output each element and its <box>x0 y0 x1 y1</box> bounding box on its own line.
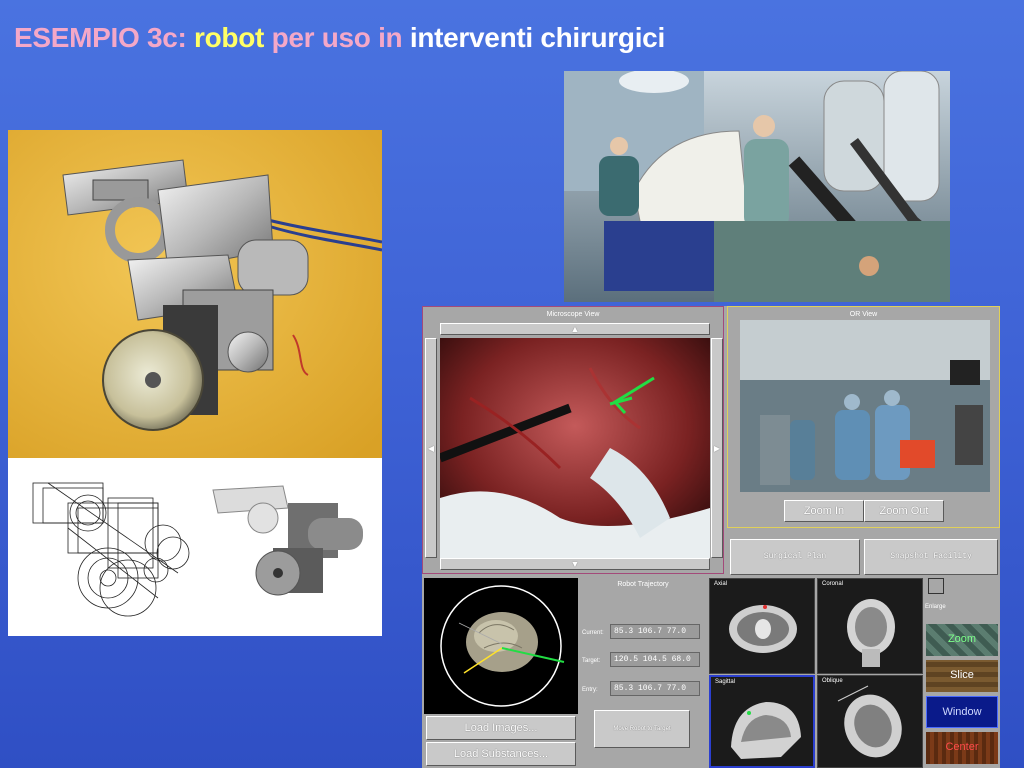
load-images-button[interactable]: Load Images... <box>426 716 576 740</box>
load-substances-button[interactable]: Load Substances... <box>426 742 576 766</box>
move-robot-button[interactable]: Move Robot to Target <box>594 710 690 748</box>
zoom-tool-button[interactable]: Zoom <box>926 624 998 656</box>
or-view-label: OR View <box>849 311 878 318</box>
oblique-view[interactable]: Oblique <box>817 675 923 768</box>
title-robot: robot <box>194 22 265 53</box>
axial-label: Axial <box>714 581 728 587</box>
snapshot-facility-tab[interactable]: Snapshot Facility <box>864 539 998 575</box>
entry-label: Entry: <box>582 687 598 693</box>
current-field[interactable]: 85.3 106.7 77.0 <box>610 624 700 639</box>
entry-field[interactable]: 85.3 106.7 77.0 <box>610 681 700 696</box>
enlarge-checkbox[interactable] <box>928 578 944 594</box>
microscope-view-label: Microscope View <box>546 311 600 318</box>
brain-3d-view <box>424 578 578 714</box>
target-label: Target: <box>582 658 601 664</box>
operating-room-photo <box>564 71 950 302</box>
coronal-view[interactable]: Coronal <box>817 578 923 674</box>
title-interventi: interventi chirurgici <box>409 22 665 53</box>
enlarge-label: Enlarge <box>925 604 946 610</box>
surgical-plan-tab[interactable]: Surgical Plan <box>730 539 860 575</box>
axial-view[interactable]: Axial <box>709 578 815 674</box>
slide-title: ESEMPIO 3c: robot per uso in interventi … <box>14 22 665 54</box>
or-view-image <box>740 320 990 492</box>
target-field[interactable]: 120.5 104.5 68.0 <box>610 652 700 667</box>
title-esempio: ESEMPIO 3c: <box>14 22 187 53</box>
oblique-label: Oblique <box>822 678 843 684</box>
scroll-right-button[interactable]: ▶ <box>711 338 723 558</box>
window-tool-button[interactable]: Window <box>926 696 998 728</box>
scroll-left-button[interactable]: ◀ <box>425 338 437 558</box>
scroll-up-button[interactable]: ▲ <box>440 323 710 335</box>
center-tool-button[interactable]: Center <box>926 732 998 764</box>
robot-trajectory-label: Robot Trajectory <box>617 581 669 588</box>
zoom-out-button[interactable]: Zoom Out <box>864 500 944 522</box>
robot-photo <box>8 130 382 458</box>
microscope-image <box>438 338 710 558</box>
current-label: Current: <box>582 630 604 636</box>
coronal-label: Coronal <box>822 581 844 587</box>
slice-tool-button[interactable]: Slice <box>926 660 998 692</box>
zoom-in-button[interactable]: Zoom In <box>784 500 864 522</box>
sagittal-view[interactable]: Sagittal <box>709 675 815 768</box>
robot-cad-drawings <box>8 458 382 636</box>
surgical-software-window: Microscope View ▲ ◀ ▶ ▼ OR View Zoom In … <box>422 306 1000 768</box>
scroll-down-button[interactable]: ▼ <box>440 558 710 570</box>
sagittal-label: Sagittal <box>715 679 736 685</box>
title-per-uso-in: per uso in <box>271 22 403 53</box>
